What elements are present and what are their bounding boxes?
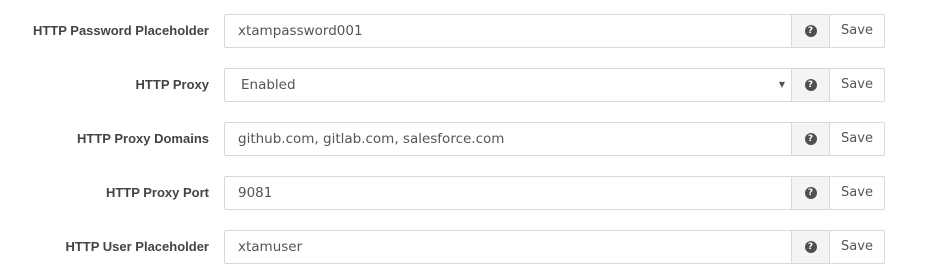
question-circle-icon: ?: [804, 187, 817, 199]
save-button[interactable]: Save: [830, 68, 885, 102]
save-button[interactable]: Save: [830, 230, 885, 264]
question-circle-icon: ?: [804, 79, 817, 91]
setting-row-http-password-placeholder: HTTP Password Placeholder xtampassword00…: [0, 14, 929, 48]
help-button[interactable]: ?: [791, 68, 830, 102]
help-button[interactable]: ?: [791, 122, 830, 156]
setting-label: HTTP Proxy Domains: [77, 131, 209, 146]
http-proxy-port-input[interactable]: 9081: [224, 176, 791, 210]
question-circle-icon: ?: [804, 133, 817, 145]
help-button[interactable]: ?: [791, 14, 830, 48]
setting-label: HTTP Password Placeholder: [32, 23, 209, 38]
setting-label: HTTP User Placeholder: [65, 239, 209, 254]
question-circle-icon: ?: [804, 241, 817, 253]
help-button[interactable]: ?: [791, 230, 830, 264]
setting-row-http-proxy-domains: HTTP Proxy Domains github.com, gitlab.co…: [0, 122, 929, 156]
http-proxy-domains-input[interactable]: github.com, gitlab.com, salesforce.com: [224, 122, 791, 156]
setting-row-http-user-placeholder: HTTP User Placeholder xtamuser ? Save: [0, 230, 929, 264]
help-button[interactable]: ?: [791, 176, 830, 210]
save-button[interactable]: Save: [830, 14, 885, 48]
setting-label: HTTP Proxy: [135, 77, 209, 92]
http-user-placeholder-input[interactable]: xtamuser: [224, 230, 791, 264]
setting-row-http-proxy-port: HTTP Proxy Port 9081 ? Save: [0, 176, 929, 210]
setting-label: HTTP Proxy Port: [105, 185, 209, 200]
save-button[interactable]: Save: [830, 122, 885, 156]
chevron-down-icon: ▼: [778, 80, 785, 89]
save-button[interactable]: Save: [830, 176, 885, 210]
http-proxy-selected-value: Enabled: [241, 77, 296, 93]
question-circle-icon: ?: [804, 25, 817, 37]
setting-row-http-proxy: HTTP Proxy Enabled ▼ ? Save: [0, 68, 929, 102]
http-proxy-select[interactable]: Enabled ▼: [224, 68, 791, 102]
http-password-placeholder-input[interactable]: xtampassword001: [224, 14, 791, 48]
